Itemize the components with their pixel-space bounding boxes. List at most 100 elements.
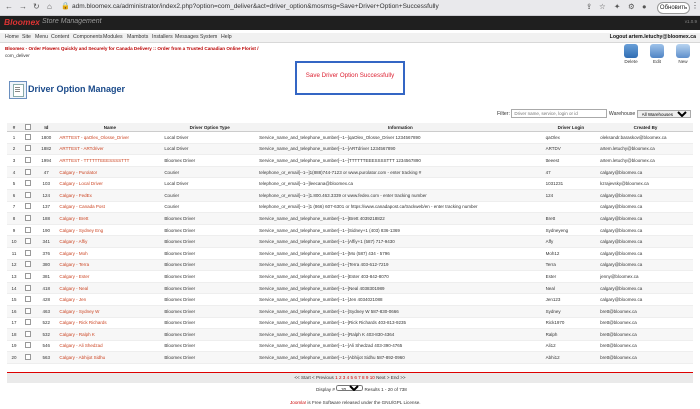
display-count-select[interactable]: 20 — [336, 385, 364, 391]
menu-item-mambots[interactable]: Mambots — [127, 34, 148, 40]
bookmark-star-icon[interactable]: ☆ — [599, 2, 606, 11]
row-select-checkbox[interactable] — [25, 330, 32, 337]
table-row[interactable]: 11 376 Calgary - Moh Bloomex Driver Service_… — [7, 247, 693, 260]
col-header-driver-login[interactable]: Driver Login — [543, 123, 599, 132]
row-checkbox[interactable] — [21, 317, 36, 330]
extensions-puzzle-icon[interactable]: ⚙ — [628, 2, 635, 11]
pager-page-link[interactable]: 8 — [362, 375, 365, 380]
menu-item-site[interactable]: Site — [22, 34, 31, 40]
row-checkbox[interactable] — [21, 328, 36, 341]
address-bar[interactable]: adm.bloomex.ca/administrator/index2.php?… — [72, 3, 439, 10]
extension-icon[interactable]: ✦ — [614, 2, 620, 11]
row-select-checkbox[interactable] — [25, 145, 32, 152]
row-name[interactable]: Calgary - Ralph K — [57, 328, 163, 341]
row-name[interactable]: Calgary - FedEx — [57, 189, 163, 202]
row-name[interactable]: ARTTEST - ARTdriver — [57, 143, 163, 156]
row-name[interactable]: Calgary - Abhijot Sidhu — [57, 351, 163, 364]
table-row[interactable]: 6 124 Calgary - FedEx Courier telephone_or_e… — [7, 189, 693, 202]
share-icon[interactable]: ⇪ — [586, 2, 592, 11]
table-row[interactable]: 13 381 Calgary - Ester Bloomex Driver Servic… — [7, 270, 693, 283]
table-row[interactable]: 16 463 Calgary - Sydney W Bloomex Driver Ser… — [7, 305, 693, 318]
row-select-checkbox[interactable] — [25, 296, 32, 303]
row-name[interactable]: Calgary - Purolator — [57, 166, 163, 179]
pager-page-link[interactable]: 7 — [358, 375, 361, 380]
row-checkbox[interactable] — [21, 224, 36, 237]
table-row[interactable]: 7 137 Calgary - Canada Post Courier telephon… — [7, 201, 693, 214]
table-row[interactable]: 10 341 Calgary - Affiy Bloomex Driver Servic… — [7, 235, 693, 248]
row-name[interactable]: Calgary - Brett — [57, 212, 163, 225]
table-row[interactable]: 19 546 Calgary - Ali Shedzad Bloomex Driver… — [7, 340, 693, 353]
edit-button[interactable]: Edit — [646, 44, 668, 64]
table-row[interactable]: 1 1800 ARTTEST - qaOlex_Olosse_Driver Local… — [7, 131, 693, 144]
table-row[interactable]: 9 190 Calgary - Sydney Eng Bloomex Driver Se… — [7, 224, 693, 237]
row-select-checkbox[interactable] — [25, 156, 32, 163]
row-name[interactable]: Calgary - Rick Richards — [57, 317, 163, 330]
table-row[interactable]: 8 188 Calgary - Brett Bloomex Driver Service… — [7, 212, 693, 225]
row-checkbox[interactable] — [21, 282, 36, 295]
row-checkbox[interactable] — [21, 201, 36, 214]
col-header-select-all[interactable] — [21, 123, 36, 132]
col-header-created-by[interactable]: Created By — [598, 123, 693, 132]
select-all-checkbox[interactable] — [25, 123, 32, 130]
warehouse-select[interactable]: All Warehouses — [636, 109, 691, 118]
logout-link[interactable]: Logout artem.letuchy@bloomex.ca — [610, 34, 696, 40]
pager-page-link[interactable]: 6 — [354, 375, 357, 380]
menu-item-installers[interactable]: Installers — [152, 34, 173, 40]
row-checkbox[interactable] — [21, 247, 36, 260]
row-select-checkbox[interactable] — [25, 319, 32, 326]
table-row[interactable]: 17 522 Calgary - Rick Richards Bloomex Driv… — [7, 317, 693, 330]
row-select-checkbox[interactable] — [25, 284, 32, 291]
pager-page-link[interactable]: 4 — [347, 375, 350, 380]
table-row[interactable]: 4 47 Calgary - Purolator Courier telephone_o… — [7, 166, 693, 179]
pager-next-end[interactable]: Next > End >> — [376, 375, 406, 380]
table-row[interactable]: 12 380 Calgary - Terra Bloomex Driver Servic… — [7, 259, 693, 272]
row-select-checkbox[interactable] — [25, 307, 32, 314]
joomla-link[interactable]: Joomla! — [290, 400, 306, 405]
home-icon[interactable]: ⌂ — [47, 2, 52, 11]
row-select-checkbox[interactable] — [25, 342, 32, 349]
row-name[interactable]: ARTTEST - TTTTTTEEESSSSTTT — [57, 154, 163, 167]
row-name[interactable]: Calgary - Ester — [57, 270, 163, 283]
row-select-checkbox[interactable] — [25, 203, 32, 210]
pager-page-link[interactable]: 3 — [343, 375, 346, 380]
pager-page-link[interactable]: 1 — [335, 375, 338, 380]
row-checkbox[interactable] — [21, 293, 36, 306]
row-select-checkbox[interactable] — [25, 191, 32, 198]
row-checkbox[interactable] — [21, 177, 36, 190]
update-button[interactable]: Обновить — [657, 2, 690, 14]
row-checkbox[interactable] — [21, 235, 36, 248]
row-name[interactable]: Calgary - Jen — [57, 293, 163, 306]
delete-button[interactable]: Delete — [620, 44, 642, 64]
pager-start-previous[interactable]: << Start < Previous — [294, 375, 333, 380]
row-name[interactable]: Calgary - Terra — [57, 259, 163, 272]
row-select-checkbox[interactable] — [25, 249, 32, 256]
row-select-checkbox[interactable] — [25, 261, 32, 268]
row-select-checkbox[interactable] — [25, 133, 32, 140]
col-header-name[interactable]: Name — [57, 123, 163, 132]
row-name[interactable]: Calgary - Moh — [57, 247, 163, 260]
menu-item-home[interactable]: Home — [5, 34, 19, 40]
profile-avatar-icon[interactable]: ● — [642, 2, 647, 11]
col-header-id[interactable]: Id — [35, 123, 58, 132]
back-icon[interactable]: ← — [5, 2, 13, 11]
row-checkbox[interactable] — [21, 189, 36, 202]
row-name[interactable]: ARTTEST - qaOlex_Olosse_Driver — [57, 131, 163, 144]
row-name[interactable]: Calgary - Sydney W — [57, 305, 163, 318]
row-checkbox[interactable] — [21, 143, 36, 156]
pager-page-link[interactable]: 2 — [339, 375, 342, 380]
table-row[interactable]: 2 1882 ARTTEST - ARTdriver Local Driver Serv… — [7, 143, 693, 156]
row-checkbox[interactable] — [21, 131, 36, 144]
row-checkbox[interactable] — [21, 259, 36, 272]
menu-item-help[interactable]: Help — [221, 34, 232, 40]
menu-item-menu[interactable]: Menu — [35, 34, 48, 40]
row-checkbox[interactable] — [21, 340, 36, 353]
row-checkbox[interactable] — [21, 166, 36, 179]
row-checkbox[interactable] — [21, 270, 36, 283]
table-row[interactable]: 18 532 Calgary - Ralph K Bloomex Driver Serv… — [7, 328, 693, 341]
row-name[interactable]: Calgary - Canada Post — [57, 201, 163, 214]
row-checkbox[interactable] — [21, 305, 36, 318]
table-row[interactable]: 14 418 Calgary - Neal Bloomex Driver Service… — [7, 282, 693, 295]
row-name[interactable]: Calgary - Affiy — [57, 235, 163, 248]
pager-page-link[interactable]: 9 — [366, 375, 369, 380]
row-select-checkbox[interactable] — [25, 272, 32, 279]
